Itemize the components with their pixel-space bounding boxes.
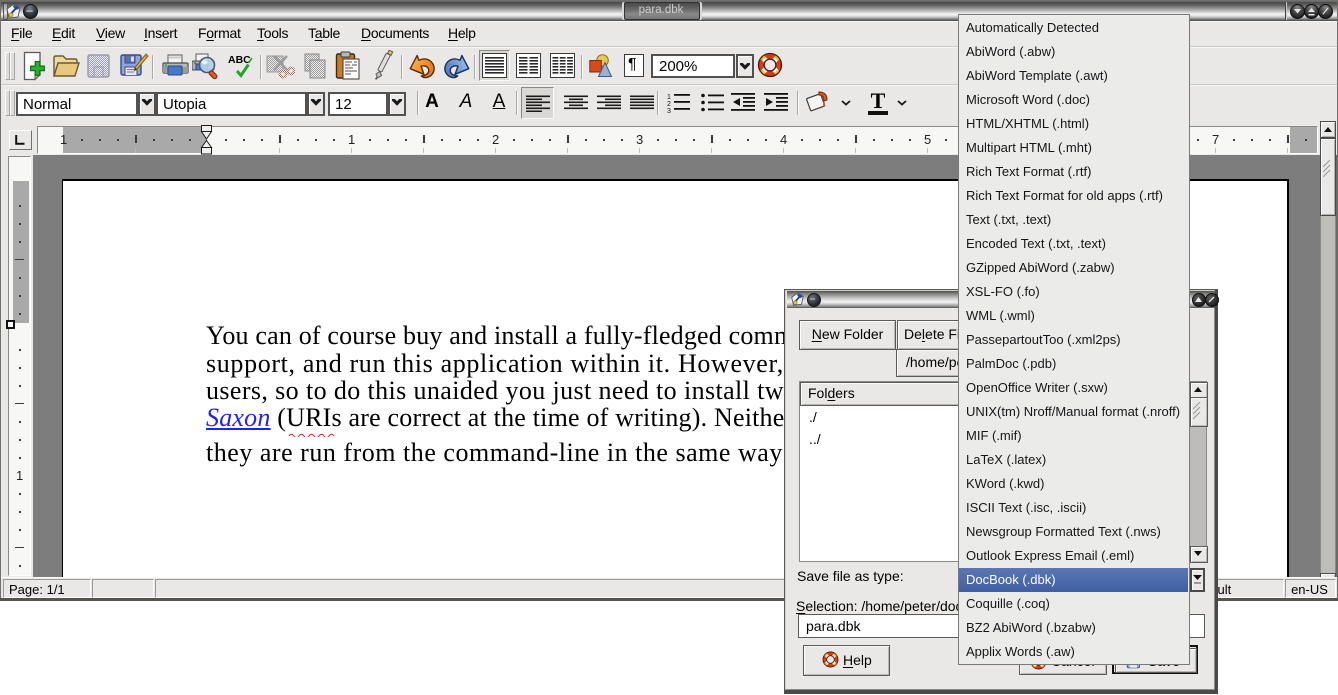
svg-text:2: 2 xyxy=(667,101,671,108)
svg-text:3: 3 xyxy=(667,108,671,114)
svg-text:1: 1 xyxy=(667,94,671,101)
